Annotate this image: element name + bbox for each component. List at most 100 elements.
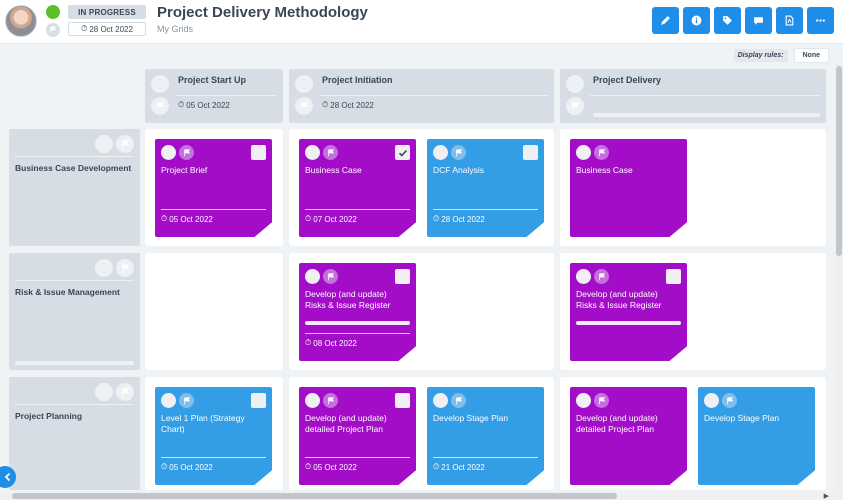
- flag-icon[interactable]: [323, 145, 338, 160]
- card-checkbox[interactable]: [395, 393, 410, 408]
- vertical-scroll-thumb[interactable]: [836, 66, 842, 256]
- comments-button[interactable]: [745, 7, 772, 34]
- card-date: ⏱ 28 Oct 2022: [433, 214, 485, 224]
- more-icon: [816, 19, 825, 22]
- scroll-right-icon[interactable]: ▶: [824, 492, 829, 500]
- card-checkbox[interactable]: [395, 269, 410, 284]
- flag-icon[interactable]: [323, 269, 338, 284]
- card-detailed-project-plan[interactable]: Develop (and update) detailed Project Pl…: [299, 387, 416, 485]
- row-status-circle[interactable]: [95, 135, 113, 153]
- card-progress-bar: [305, 321, 410, 325]
- card-dcf-analysis[interactable]: DCF Analysis ⏱ 28 Oct 2022: [427, 139, 544, 237]
- card-project-brief[interactable]: Project Brief ⏱ 05 Oct 2022: [155, 139, 272, 237]
- grid-cell[interactable]: [145, 253, 283, 370]
- flag-icon[interactable]: [451, 393, 466, 408]
- flag-icon[interactable]: [151, 97, 169, 115]
- row-divider: [15, 156, 134, 157]
- row-status-circle[interactable]: [95, 259, 113, 277]
- flag-icon[interactable]: [116, 135, 134, 153]
- edit-button[interactable]: [652, 7, 679, 34]
- avatar[interactable]: [5, 5, 37, 37]
- horizontal-scroll-thumb[interactable]: [12, 493, 617, 499]
- card-date-text: 05 Oct 2022: [313, 462, 357, 472]
- row-header-project-planning[interactable]: Project Planning: [9, 377, 140, 490]
- row-status-circle[interactable]: [95, 383, 113, 401]
- flag-icon[interactable]: [594, 145, 609, 160]
- flag-icon[interactable]: [594, 269, 609, 284]
- card-date: ⏱ 05 Oct 2022: [161, 214, 213, 224]
- row-title: Project Planning: [15, 411, 83, 421]
- card-checkbox[interactable]: [523, 145, 538, 160]
- column-divider: [175, 95, 277, 96]
- card-status-circle[interactable]: [305, 145, 320, 160]
- column-header-delivery[interactable]: Project Delivery: [560, 69, 826, 123]
- row-header-business-case[interactable]: Business Case Development: [9, 129, 140, 246]
- row-title: Business Case Development: [15, 163, 132, 173]
- flag-icon[interactable]: [179, 145, 194, 160]
- tags-button[interactable]: [714, 7, 741, 34]
- card-status-circle[interactable]: [576, 393, 591, 408]
- card-checkbox-checked[interactable]: [395, 145, 410, 160]
- card-status-circle[interactable]: [161, 393, 176, 408]
- column-date-text: 05 Oct 2022: [186, 100, 230, 110]
- card-risk-register-delivery[interactable]: Develop (and update) Risks & Issue Regis…: [570, 263, 687, 361]
- toolbar: [652, 7, 834, 34]
- column-status-circle[interactable]: [295, 75, 313, 93]
- flag-icon[interactable]: [116, 383, 134, 401]
- card-date-text: 08 Oct 2022: [313, 338, 357, 348]
- row-divider: [15, 280, 134, 281]
- card-title: Develop (and update) Risks & Issue Regis…: [576, 289, 662, 310]
- flag-icon[interactable]: [451, 145, 466, 160]
- card-business-case[interactable]: Business Case ⏱ 07 Oct 2022: [299, 139, 416, 237]
- row-header-risk-issue[interactable]: Risk & Issue Management: [9, 253, 140, 370]
- card-detailed-project-plan-delivery[interactable]: Develop (and update) detailed Project Pl…: [570, 387, 687, 485]
- card-checkbox[interactable]: [251, 145, 266, 160]
- card-stage-plan-delivery[interactable]: Develop Stage Plan: [698, 387, 815, 485]
- card-status-circle[interactable]: [576, 269, 591, 284]
- flag-icon[interactable]: [566, 97, 584, 115]
- display-rules-select[interactable]: None: [793, 48, 829, 63]
- flag-icon[interactable]: [722, 393, 737, 408]
- flag-icon[interactable]: [46, 23, 60, 37]
- pdf-button[interactable]: [776, 7, 803, 34]
- card-status-circle[interactable]: [704, 393, 719, 408]
- breadcrumb[interactable]: My Grids: [157, 24, 193, 34]
- card-checkbox[interactable]: [251, 393, 266, 408]
- card-business-case-delivery[interactable]: Business Case: [570, 139, 687, 237]
- card-status-circle[interactable]: [305, 393, 320, 408]
- flag-icon[interactable]: [295, 97, 313, 115]
- card-checkbox[interactable]: [666, 269, 681, 284]
- info-button[interactable]: [683, 7, 710, 34]
- display-rules-label: Display rules:: [733, 49, 788, 62]
- row-divider: [15, 404, 134, 405]
- card-status-circle[interactable]: [433, 393, 448, 408]
- card-level1-plan[interactable]: Level 1 Plan (Strategy Chart) ⏱ 05 Oct 20…: [155, 387, 272, 485]
- column-date: ⏱ 28 Oct 2022: [322, 100, 374, 110]
- flag-icon[interactable]: [594, 393, 609, 408]
- card-title: Develop (and update) Risks & Issue Regis…: [305, 289, 391, 310]
- flag-icon[interactable]: [116, 259, 134, 277]
- row-progress-bar: [15, 361, 134, 365]
- card-title: Develop Stage Plan: [704, 413, 780, 423]
- card-status-circle[interactable]: [433, 145, 448, 160]
- card-divider: [305, 209, 410, 210]
- card-date: ⏱ 05 Oct 2022: [161, 462, 213, 472]
- column-header-start-up[interactable]: Project Start Up ⏱ 05 Oct 2022: [145, 69, 283, 123]
- flag-icon[interactable]: [179, 393, 194, 408]
- card-status-circle[interactable]: [305, 269, 320, 284]
- flag-icon[interactable]: [323, 393, 338, 408]
- column-status-circle[interactable]: [566, 75, 584, 93]
- column-status-circle[interactable]: [151, 75, 169, 93]
- comment-icon: [754, 17, 763, 25]
- card-title: Level 1 Plan (Strategy Chart): [161, 413, 245, 434]
- status-badge[interactable]: IN PROGRESS: [68, 5, 146, 19]
- column-date-text: 28 Oct 2022: [330, 100, 374, 110]
- header-date[interactable]: ⏱ 28 Oct 2022: [68, 22, 146, 36]
- card-status-circle[interactable]: [576, 145, 591, 160]
- card-status-circle[interactable]: [161, 145, 176, 160]
- column-header-initiation[interactable]: Project Initiation ⏱ 28 Oct 2022: [289, 69, 554, 123]
- card-risk-register[interactable]: Develop (and update) Risks & Issue Regis…: [299, 263, 416, 361]
- more-button[interactable]: [807, 7, 834, 34]
- card-stage-plan[interactable]: Develop Stage Plan ⏱ 21 Oct 2022: [427, 387, 544, 485]
- info-icon: [691, 15, 702, 26]
